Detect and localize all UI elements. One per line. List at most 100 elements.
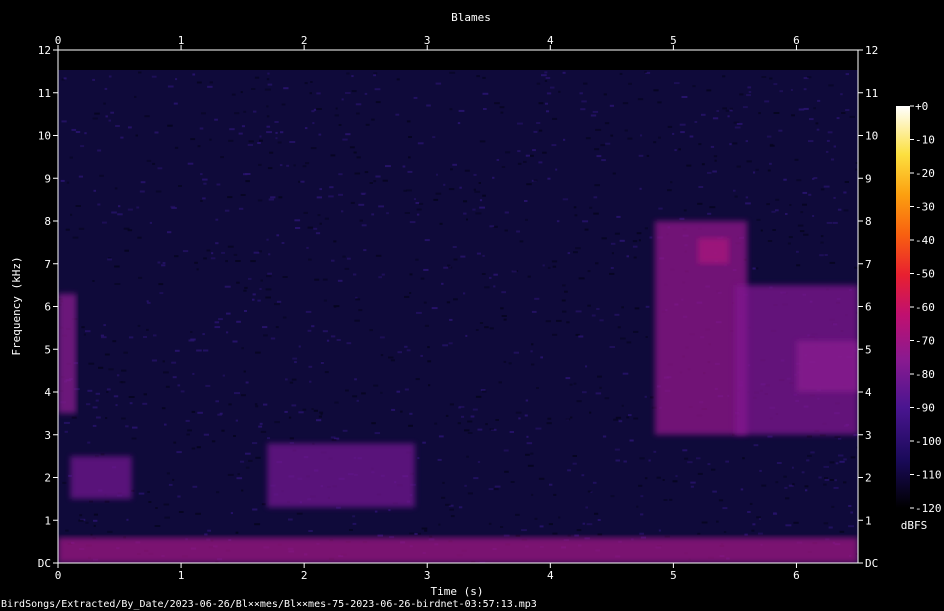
noise-speck <box>375 254 382 257</box>
noise-speck <box>267 272 272 275</box>
noise-speck <box>319 222 322 225</box>
noise-speck <box>500 111 504 114</box>
noise-speck <box>747 511 751 513</box>
noise-speck <box>546 110 550 113</box>
noise-speck <box>586 523 593 526</box>
noise-speck <box>669 498 673 501</box>
noise-speck <box>236 320 241 323</box>
noise-speck <box>776 462 782 464</box>
noise-speck <box>504 211 509 214</box>
noise-speck <box>307 329 312 332</box>
colorbar-tick-label: -50 <box>915 268 935 281</box>
noise-speck <box>243 110 247 113</box>
noise-speck <box>280 131 284 134</box>
noise-speck <box>278 196 283 199</box>
noise-speck <box>248 277 252 280</box>
y-tick-label-left: 12 <box>38 44 51 57</box>
y-tick-label-left: 9 <box>44 172 51 185</box>
noise-speck <box>796 179 802 182</box>
noise-speck <box>275 137 278 140</box>
noise-speck <box>409 412 413 415</box>
noise-speck <box>539 525 544 528</box>
noise-speck <box>614 448 620 451</box>
noise-speck <box>574 534 579 537</box>
noise-speck <box>200 173 203 176</box>
noise-speck <box>636 232 642 235</box>
noise-speck <box>624 129 628 132</box>
noise-speck <box>603 93 607 96</box>
noise-speck <box>396 78 400 81</box>
noise-speck <box>167 231 172 234</box>
noise-speck <box>833 196 836 199</box>
noise-speck <box>163 503 170 506</box>
noise-speck <box>107 530 113 533</box>
noise-speck <box>235 419 238 422</box>
noise-speck <box>359 219 363 222</box>
noise-speck <box>259 139 263 142</box>
noise-speck <box>374 510 378 513</box>
noise-speck <box>338 124 342 126</box>
noise-speck <box>204 533 208 536</box>
noise-speck <box>404 388 409 391</box>
noise-speck <box>712 117 719 120</box>
noise-speck <box>558 90 561 93</box>
noise-speck <box>385 165 391 168</box>
noise-speck <box>716 520 719 523</box>
noise-speck <box>538 477 545 480</box>
noise-speck <box>567 469 571 472</box>
noise-speck <box>545 102 548 105</box>
noise-speck <box>259 288 262 290</box>
noise-speck <box>578 277 585 280</box>
noise-speck <box>202 197 206 200</box>
noise-speck <box>373 384 379 387</box>
noise-speck <box>95 392 100 395</box>
noise-speck <box>479 322 484 324</box>
noise-speck <box>585 365 588 368</box>
noise-speck <box>500 526 504 528</box>
noise-speck <box>400 410 403 413</box>
noise-speck <box>812 177 815 180</box>
noise-speck <box>492 176 495 179</box>
x-tick-label-top: 3 <box>424 34 431 47</box>
noise-speck <box>437 458 442 461</box>
noise-speck <box>104 353 110 356</box>
noise-speck <box>595 392 602 395</box>
noise-speck <box>194 261 198 264</box>
noise-speck <box>844 181 849 183</box>
noise-speck <box>386 212 389 215</box>
noise-speck <box>254 523 261 526</box>
noise-speck <box>355 298 361 301</box>
x-tick-label-bottom: 0 <box>55 569 62 582</box>
noise-speck <box>493 273 498 276</box>
noise-speck <box>798 108 805 111</box>
noise-speck <box>831 505 835 508</box>
noise-speck <box>93 189 96 192</box>
noise-speck <box>236 281 240 284</box>
noise-speck <box>227 473 234 476</box>
noise-speck <box>374 432 380 435</box>
noise-speck <box>240 194 246 196</box>
noise-speck <box>309 92 312 95</box>
noise-speck <box>722 75 726 78</box>
noise-speck <box>226 312 231 315</box>
noise-speck <box>443 183 446 186</box>
noise-speck <box>550 86 555 89</box>
noise-speck <box>334 401 339 404</box>
noise-speck <box>803 107 809 110</box>
noise-speck <box>253 110 257 113</box>
noise-speck <box>331 259 335 262</box>
noise-speck <box>489 225 495 228</box>
noise-speck <box>615 459 620 462</box>
noise-speck <box>575 310 582 313</box>
noise-speck <box>533 179 538 182</box>
noise-speck <box>517 122 523 125</box>
noise-speck <box>683 209 687 212</box>
noise-speck <box>313 227 318 230</box>
noise-speck <box>248 140 254 143</box>
noise-speck <box>833 145 836 148</box>
noise-speck <box>337 279 343 282</box>
noise-speck <box>753 444 759 447</box>
noise-speck <box>830 158 835 161</box>
noise-speck <box>779 90 783 93</box>
noise-speck <box>653 141 657 144</box>
